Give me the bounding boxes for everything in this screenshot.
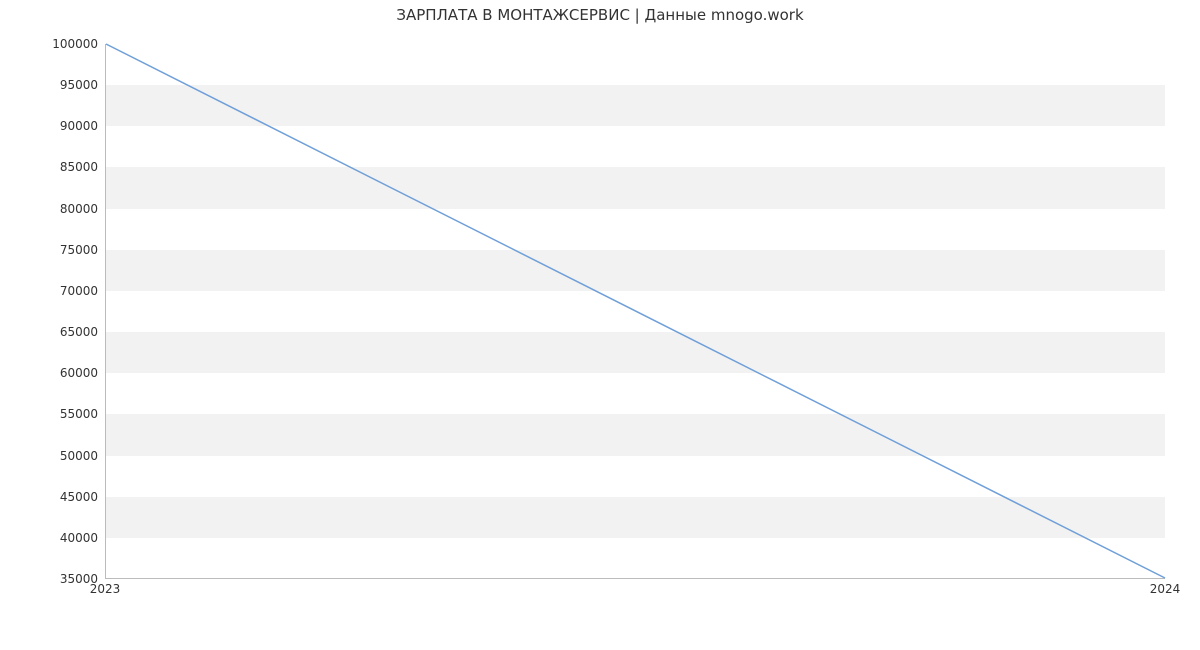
y-tick-label: 75000: [8, 243, 98, 257]
line-series: [106, 44, 1165, 578]
y-tick-label: 70000: [8, 284, 98, 298]
y-tick-label: 100000: [8, 37, 98, 51]
y-tick-label: 90000: [8, 119, 98, 133]
y-tick-label: 50000: [8, 449, 98, 463]
y-tick-label: 80000: [8, 202, 98, 216]
y-tick-label: 45000: [8, 490, 98, 504]
x-tick-label: 2024: [1150, 582, 1181, 596]
y-tick-label: 35000: [8, 572, 98, 586]
x-tick-label: 2023: [90, 582, 121, 596]
y-tick-label: 40000: [8, 531, 98, 545]
y-tick-label: 60000: [8, 366, 98, 380]
chart-title: ЗАРПЛАТА В МОНТАЖСЕРВИС | Данные mnogo.w…: [0, 6, 1200, 24]
salary-chart: ЗАРПЛАТА В МОНТАЖСЕРВИС | Данные mnogo.w…: [0, 0, 1200, 650]
y-tick-label: 55000: [8, 407, 98, 421]
y-tick-label: 65000: [8, 325, 98, 339]
y-tick-label: 95000: [8, 78, 98, 92]
y-tick-label: 85000: [8, 160, 98, 174]
plot-area: [105, 44, 1165, 579]
